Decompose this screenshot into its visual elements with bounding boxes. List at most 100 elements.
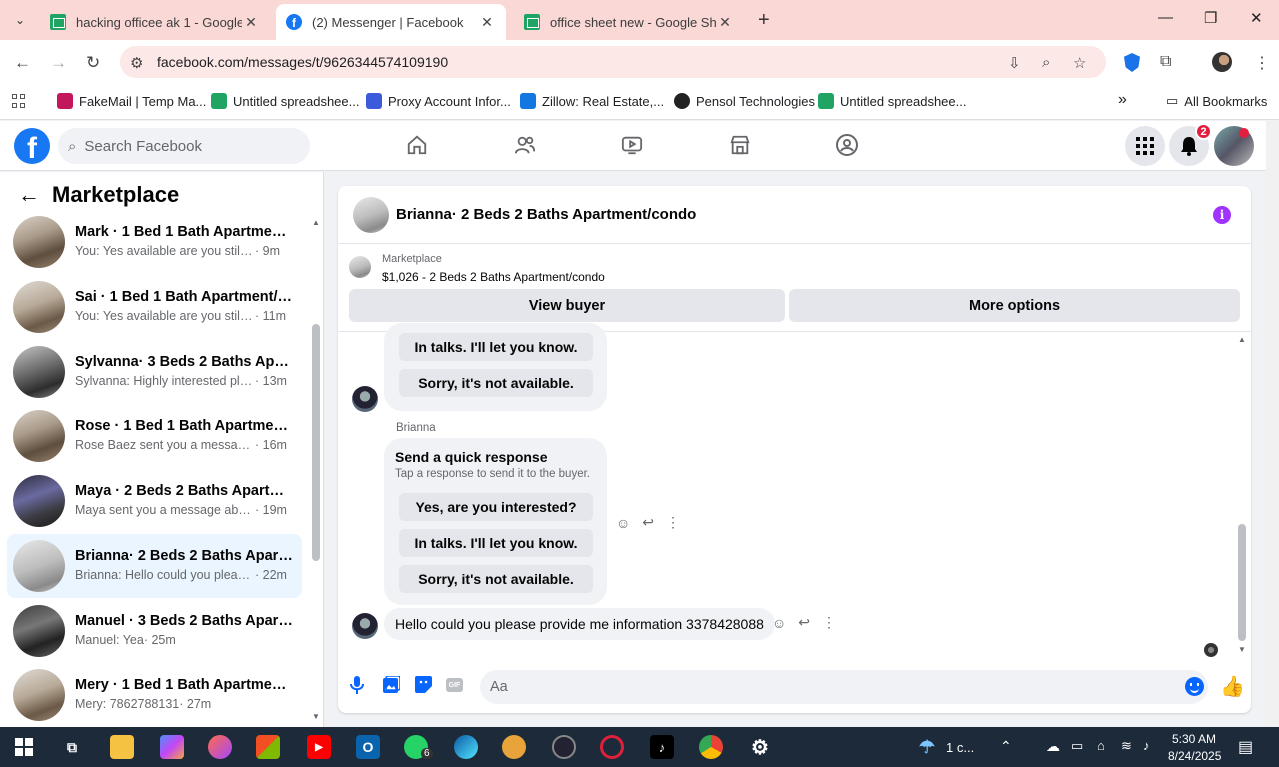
thumbs-up-like-icon[interactable]: 👍	[1220, 674, 1245, 699]
all-bookmarks-folder[interactable]: ▭ All Bookmarks	[1166, 93, 1267, 109]
view-buyer-button[interactable]: View buyer	[349, 289, 785, 322]
more-vertical-icon[interactable]: ⋮	[666, 514, 680, 531]
bookmark-untitled-spreadsheet-1[interactable]: Untitled spreadshee...	[211, 93, 359, 109]
tab-messenger[interactable]: f (2) Messenger | Facebook ✕	[276, 4, 506, 40]
conversation-item[interactable]: Manuel · 3 Beds 2 Baths Apartm... Manuel…	[7, 599, 302, 663]
bookmark-pensol[interactable]: Pensol Technologies	[674, 93, 815, 109]
weather-umbrella-icon[interactable]: ☂	[915, 735, 939, 759]
gif-icon[interactable]: GIF	[446, 678, 463, 692]
microphone-icon[interactable]	[350, 676, 364, 699]
clock-time[interactable]: 5:30 AM	[1172, 732, 1216, 746]
notification-center-icon[interactable]: ▤	[1238, 737, 1253, 757]
bookmark-untitled-spreadsheet-2[interactable]: Untitled spreadshee...	[818, 93, 966, 109]
scroll-up-arrow-icon[interactable]: ▲	[312, 218, 320, 227]
app-icon[interactable]	[552, 735, 576, 759]
menu-grid-icon[interactable]	[1125, 126, 1165, 166]
install-app-icon[interactable]: ⇩	[1008, 54, 1021, 72]
chevron-up-icon[interactable]: ⌃	[1000, 738, 1012, 755]
clock-date[interactable]: 8/24/2025	[1168, 749, 1221, 763]
search-input[interactable]	[84, 137, 285, 155]
conversation-item[interactable]: Sai · 1 Bed 1 Bath Apartment/co... You: …	[7, 275, 302, 339]
zoom-icon[interactable]: ⌕	[1042, 54, 1050, 71]
bookmark-zillow[interactable]: Zillow: Real Estate,...	[520, 93, 664, 109]
tiktok-icon[interactable]: ♪	[650, 735, 674, 759]
paint-app-icon[interactable]	[208, 735, 232, 759]
minimize-button[interactable]: —	[1158, 9, 1173, 26]
quick-reply-button[interactable]: Yes, are you interested?	[399, 493, 593, 521]
back-arrow-icon[interactable]: ←	[18, 182, 40, 208]
close-tab-icon[interactable]: ✕	[716, 14, 734, 31]
browser-menu-icon[interactable]: ⋮	[1254, 53, 1270, 73]
task-view-icon[interactable]: ⧉	[60, 735, 84, 759]
youtube-icon[interactable]: ▶	[307, 735, 331, 759]
conversation-item[interactable]: Mark · 1 Bed 1 Bath Apartment/... You: Y…	[7, 210, 302, 274]
message-thread-scrollbar[interactable]	[1238, 524, 1246, 641]
bookmark-proxy-account[interactable]: Proxy Account Infor...	[366, 93, 511, 109]
settings-gear-icon[interactable]: ⚙	[748, 735, 772, 759]
address-bar[interactable]: ⚙ facebook.com/messages/t/96263445741091…	[120, 46, 1106, 78]
weather-text[interactable]: 1 c...	[946, 740, 974, 755]
shield-extension-icon[interactable]	[1124, 53, 1140, 72]
chat-title[interactable]: Brianna· 2 Beds 2 Baths Apartment/condo	[396, 206, 696, 223]
onedrive-cloud-icon[interactable]: ☁	[1046, 738, 1060, 755]
network-icon[interactable]: ⌂	[1097, 738, 1105, 753]
marketplace-store-icon[interactable]	[728, 133, 752, 157]
conversation-item-selected[interactable]: Brianna· 2 Beds 2 Baths Apartm... Briann…	[7, 534, 302, 598]
conversation-item[interactable]: Sylvanna· 3 Beds 2 Baths Apart... Sylvan…	[7, 340, 302, 404]
more-vertical-icon[interactable]: ⋮	[822, 614, 836, 631]
sender-avatar[interactable]	[352, 613, 378, 639]
conversation-list-scrollbar[interactable]	[312, 324, 320, 561]
message-input[interactable]	[480, 670, 1208, 704]
copilot-icon[interactable]	[160, 735, 184, 759]
watch-video-icon[interactable]	[620, 133, 644, 157]
windows-start-icon[interactable]	[12, 735, 36, 759]
bookmark-star-icon[interactable]: ☆	[1073, 54, 1086, 72]
close-tab-icon[interactable]: ✕	[242, 14, 260, 31]
react-emoji-icon[interactable]: ☺	[616, 515, 630, 531]
more-bookmarks-chevron-icon[interactable]: »	[1118, 91, 1127, 109]
scroll-up-arrow-icon[interactable]: ▲	[1238, 335, 1246, 344]
quick-reply-button[interactable]: Sorry, it's not available.	[399, 565, 593, 593]
file-explorer-icon[interactable]	[110, 735, 134, 759]
reload-button[interactable]: ↻	[86, 53, 100, 73]
emoji-icon[interactable]	[1185, 677, 1204, 696]
volume-icon[interactable]: ♪	[1143, 738, 1150, 753]
new-tab-button[interactable]: +	[758, 9, 770, 32]
quick-reply-button[interactable]: Sorry, it's not available.	[399, 369, 593, 397]
microsoft-store-icon[interactable]	[256, 735, 280, 759]
sticker-icon[interactable]	[415, 676, 432, 698]
chrome-browser-icon[interactable]	[687, 727, 735, 767]
scroll-down-arrow-icon[interactable]: ▼	[312, 712, 320, 721]
tab-search-chevron-icon[interactable]: ⌄	[8, 8, 32, 32]
apps-grid-icon[interactable]	[12, 94, 26, 108]
scroll-down-arrow-icon[interactable]: ▼	[1238, 645, 1246, 654]
reply-icon[interactable]: ↩	[798, 614, 810, 631]
conversation-item[interactable]: Maya · 2 Beds 2 Baths Apartme... Maya se…	[7, 469, 302, 533]
listing-price-title[interactable]: $1,026 - 2 Beds 2 Baths Apartment/condo	[382, 270, 605, 284]
bookmark-fakemail[interactable]: FakeMail | Temp Ma...	[57, 93, 206, 109]
reply-icon[interactable]: ↩	[642, 514, 654, 531]
page-scrollbar[interactable]	[1266, 121, 1279, 727]
site-info-icon[interactable]: ⚙	[130, 54, 143, 72]
quick-reply-button[interactable]: In talks. I'll let you know.	[399, 529, 593, 557]
medal-app-icon[interactable]	[502, 735, 526, 759]
facebook-search[interactable]: ⌕	[58, 128, 310, 164]
wifi-icon[interactable]: ≋	[1121, 738, 1132, 754]
sender-avatar[interactable]	[352, 386, 378, 412]
home-icon[interactable]	[405, 133, 429, 157]
extensions-icon[interactable]: ⧉	[1160, 53, 1171, 71]
friends-icon[interactable]	[513, 133, 537, 157]
conversation-item[interactable]: Mery · 1 Bed 1 Bath Apartment/... Mery: …	[7, 663, 302, 727]
info-icon[interactable]: i	[1213, 206, 1231, 224]
restore-button[interactable]: ❐	[1204, 9, 1217, 27]
react-emoji-icon[interactable]: ☺	[772, 615, 786, 631]
more-options-button[interactable]: More options	[789, 289, 1240, 322]
listing-avatar[interactable]	[353, 197, 389, 233]
edge-browser-icon[interactable]	[454, 735, 478, 759]
profile-avatar[interactable]	[1212, 52, 1232, 72]
facebook-logo-icon[interactable]: f	[14, 128, 50, 164]
forward-button[interactable]: →	[50, 53, 67, 73]
close-window-button[interactable]: ✕	[1250, 9, 1263, 27]
battery-icon[interactable]: ▭	[1071, 738, 1083, 754]
gaming-icon[interactable]	[835, 133, 859, 157]
